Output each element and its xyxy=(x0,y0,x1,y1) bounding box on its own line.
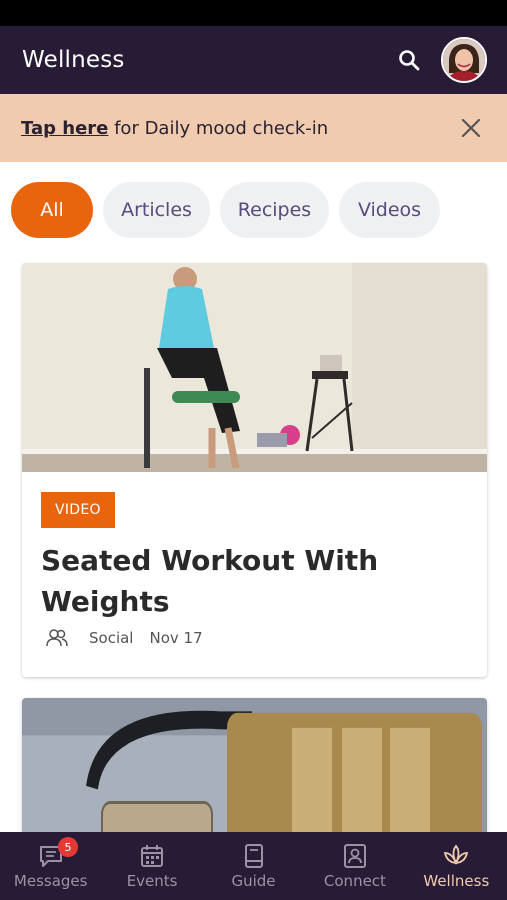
nav-label: Messages xyxy=(13,872,88,890)
content-type-tag: VIDEO xyxy=(41,492,115,528)
search-button[interactable] xyxy=(389,40,429,80)
nav-guide[interactable]: Guide xyxy=(203,832,304,900)
contact-card-icon xyxy=(343,844,366,868)
card-title: Seated Workout With Weights xyxy=(41,544,379,618)
close-banner-button[interactable] xyxy=(455,112,487,144)
filter-chip-recipes[interactable]: Recipes xyxy=(220,182,329,238)
nav-wellness[interactable]: Wellness xyxy=(406,832,507,900)
filter-chips: All Articles Recipes Videos xyxy=(11,182,440,238)
bottom-nav: 5 Messages Events Guide Connect Wellness xyxy=(0,832,507,900)
content-card[interactable]: VIDEO Seated Workout With Weights Social… xyxy=(22,263,487,677)
checkin-link[interactable]: Tap here xyxy=(21,118,108,139)
checkin-text: for Daily mood check-in xyxy=(108,117,329,139)
nav-connect[interactable]: Connect xyxy=(304,832,405,900)
close-icon xyxy=(461,118,481,138)
search-icon xyxy=(399,50,420,71)
page-title: Wellness xyxy=(22,47,125,73)
mood-checkin-banner: Tap here for Daily mood check-in xyxy=(0,94,507,162)
avatar[interactable] xyxy=(441,37,487,83)
message-count-badge: 5 xyxy=(58,837,78,857)
nav-label: Connect xyxy=(323,872,386,890)
status-bar xyxy=(0,0,507,26)
card-date: Nov 17 xyxy=(149,629,203,647)
avatar-photo-icon xyxy=(443,39,485,81)
nav-label: Wellness xyxy=(423,872,490,890)
nav-messages[interactable]: 5 Messages xyxy=(0,832,101,900)
filter-chip-videos[interactable]: Videos xyxy=(339,182,440,238)
workout-photo xyxy=(22,263,487,472)
padlock-photo xyxy=(22,698,487,838)
calendar-icon xyxy=(141,845,164,867)
community-icon xyxy=(46,629,68,647)
nav-label: Guide xyxy=(231,872,276,890)
filter-chip-articles[interactable]: Articles xyxy=(103,182,210,238)
lotus-icon xyxy=(444,844,469,866)
book-icon xyxy=(244,844,263,868)
filter-chip-all[interactable]: All xyxy=(11,182,93,238)
card-category: Social xyxy=(89,629,134,647)
nav-events[interactable]: Events xyxy=(101,832,202,900)
nav-label: Events xyxy=(126,872,178,890)
app-header: Wellness xyxy=(0,26,507,94)
content-card-partial[interactable] xyxy=(22,698,487,838)
